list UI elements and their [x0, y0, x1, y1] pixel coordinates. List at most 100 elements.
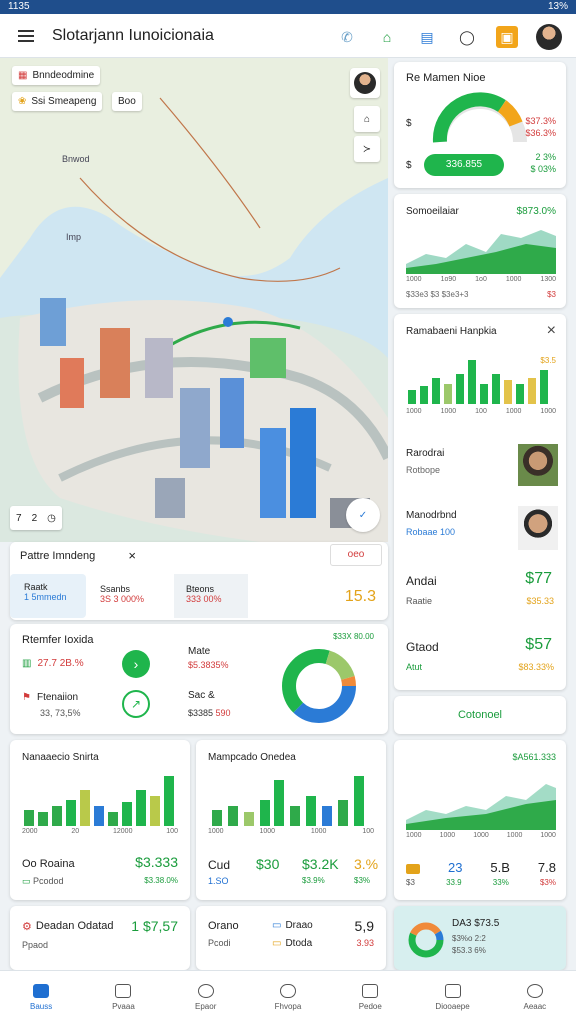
primary-action-button[interactable]: Cotonoel	[394, 696, 566, 734]
summary-card: Rtemfer Ioxida ▥ 27.7 2B.% › Mate $5.383…	[10, 624, 388, 734]
x-tick: 1000	[540, 832, 556, 839]
tab-item[interactable]: Raatk 1 5mmedn	[10, 574, 86, 618]
summary-value-text: $3385	[188, 708, 214, 718]
nav-item-notifications[interactable]: Diooaepe	[411, 971, 493, 1024]
bottom-card-title: Deadan Odatad	[35, 920, 114, 932]
x-tick: 1000	[440, 408, 457, 415]
phone-icon[interactable]: ✆	[336, 26, 358, 48]
person-row[interactable]: Rarodrai Rotbope	[406, 448, 444, 475]
area2-stat: 23	[447, 860, 463, 875]
briefcase-icon[interactable]: ▣	[496, 26, 518, 48]
map-home-icon[interactable]: ⌂	[354, 106, 380, 132]
bars-bottom-sub-text: Pcodod	[33, 876, 64, 886]
flag-icon: ⚑	[22, 692, 31, 703]
legend-swatch	[406, 864, 420, 874]
nav-label: Aeaac	[523, 1002, 547, 1011]
big-value: 15.3	[344, 588, 376, 605]
area-x-axis: 1000 1o90 1o0 1000 1300	[406, 276, 556, 283]
arrow-right-icon[interactable]: ›	[122, 650, 150, 678]
gauge-right-value: $36.3%	[525, 128, 556, 138]
map-chip-box[interactable]: Boo	[112, 92, 142, 111]
bars-label: Cud	[208, 858, 231, 872]
tab-item-label: Bteons	[186, 584, 215, 594]
nav-item-documents[interactable]: Pedoe	[329, 971, 411, 1024]
nav-item-explore[interactable]: Epaor	[165, 971, 247, 1024]
x-tick: 20	[71, 828, 80, 835]
area2-sub: $3	[406, 878, 415, 887]
home-icon[interactable]: ⌂	[376, 26, 398, 48]
bars-x-axis: 2000 20 12000 100	[22, 828, 178, 835]
bars-bottom-label: Oo Roaina	[22, 858, 75, 870]
tab-item[interactable]: Ssanbs 3S 3 000%	[90, 574, 172, 618]
tab-item-label: Ssanbs	[100, 584, 131, 594]
bars-value: $3.333	[135, 854, 178, 870]
x-tick: 1o90	[440, 276, 457, 283]
area-card-2: $A561.333 1000 1000 1000 1000 1000 23 5.…	[394, 740, 566, 900]
bottom-card-item[interactable]: ▭ Draao	[272, 920, 313, 931]
nav-item-home[interactable]: Bauss	[0, 971, 82, 1024]
zoom-control[interactable]: 2	[32, 513, 38, 524]
card-icon: ▭	[272, 920, 282, 931]
tab-item-value: 333 00%	[186, 594, 222, 604]
chat-icon[interactable]: ◯	[456, 26, 478, 48]
bottom-navigation: Bauss Pvaaa Epaor Fhvopa Pedoe Diooaepe …	[0, 970, 576, 1024]
hamburger-menu-icon[interactable]	[18, 29, 34, 42]
alt-button[interactable]: oeo	[330, 544, 382, 566]
nav-label: Pvaaa	[112, 1002, 135, 1011]
nav-item-messages[interactable]: Fhvopa	[247, 971, 329, 1024]
stat-value: $57	[525, 636, 552, 653]
person-role: Rotbope	[406, 465, 441, 475]
donut-label: $33X 80.00	[333, 632, 374, 641]
area2-sub: 33.9	[446, 878, 462, 887]
gauge-stat: $ 03%	[530, 164, 556, 174]
x-tick: 1000	[406, 276, 422, 283]
tab-item[interactable]: Bteons 333 00%	[174, 574, 248, 618]
document-icon[interactable]: ▤	[416, 26, 438, 48]
nav-item-calendar[interactable]: Pvaaa	[82, 971, 164, 1024]
map-avatar[interactable]	[350, 68, 380, 98]
map-chip-search-label: Ssi Smeapeng	[31, 96, 97, 107]
city-map[interactable]: ▦ Bnndeodmine ❀ Ssi Smeapeng Boo Bnwod I…	[0, 58, 388, 542]
alt-button-label: oeo	[347, 549, 365, 560]
close-icon[interactable]: ×	[128, 548, 136, 563]
area2-sub: $3%	[539, 878, 556, 887]
map-zoom-controls[interactable]: 7 2 ◷	[10, 506, 62, 530]
nav-label: Pedoe	[358, 1002, 382, 1011]
x-tick: 1000	[406, 408, 422, 415]
map-chip-search[interactable]: ❀ Ssi Smeapeng	[12, 92, 103, 111]
tab-item-value: 1 5mmedn	[24, 592, 67, 602]
nav-item-profile[interactable]: Aeaac	[494, 971, 576, 1024]
x-tick: 1300	[540, 276, 556, 283]
bottom-card-item[interactable]: ▭ Dtoda	[272, 938, 312, 949]
x-tick: 1000	[506, 832, 523, 839]
clock-icon[interactable]: ◷	[47, 513, 56, 524]
gauge-card: Re Mamen Nioe $ $ $37.3% $36.3% 336.855 …	[394, 62, 566, 188]
area-footer-right: $3	[547, 290, 556, 299]
user-avatar[interactable]	[536, 24, 562, 50]
summary-extra: 590	[215, 708, 231, 718]
bar-chart-icon: ▥	[22, 658, 32, 669]
person-row[interactable]: Manodrbnd Robaae 100	[406, 510, 457, 537]
close-icon[interactable]: ×	[547, 322, 556, 340]
bars-stat: $30	[256, 856, 280, 872]
zoom-control[interactable]: 7	[16, 513, 22, 524]
leaf-icon: ❀	[18, 96, 27, 107]
gauge-button[interactable]: 336.855	[424, 154, 504, 176]
compass-icon[interactable]: ✓	[346, 498, 380, 532]
bars-title: Mampcado Onedea	[208, 752, 296, 763]
tab-item-label: Raatk	[24, 582, 48, 592]
x-tick: 1000	[505, 408, 522, 415]
summary-row-label: Ftenaiion	[36, 692, 79, 703]
app-bar: Slotarjann Iunoicionaia ✆ ⌂ ▤ ◯ ▣	[0, 14, 576, 58]
map-chip-label: Bnndeodmine	[32, 70, 95, 81]
map-chip-legend[interactable]: ▦ Bnndeodmine	[12, 66, 101, 85]
stat-delta: $83.33%	[518, 662, 554, 672]
gauge-left-value: $	[406, 160, 412, 171]
map-layers-icon[interactable]: ≻	[354, 136, 380, 162]
stat-label: Andai	[406, 574, 437, 588]
area-title: Somoeilaiar	[406, 206, 459, 217]
bars-stat: $3.2K	[302, 856, 339, 872]
tab-header[interactable]: Pattre Imndeng ×	[10, 542, 144, 572]
link-icon[interactable]: ↗	[122, 690, 150, 718]
summary-row: ⚑ Ftenaiion	[22, 692, 78, 703]
